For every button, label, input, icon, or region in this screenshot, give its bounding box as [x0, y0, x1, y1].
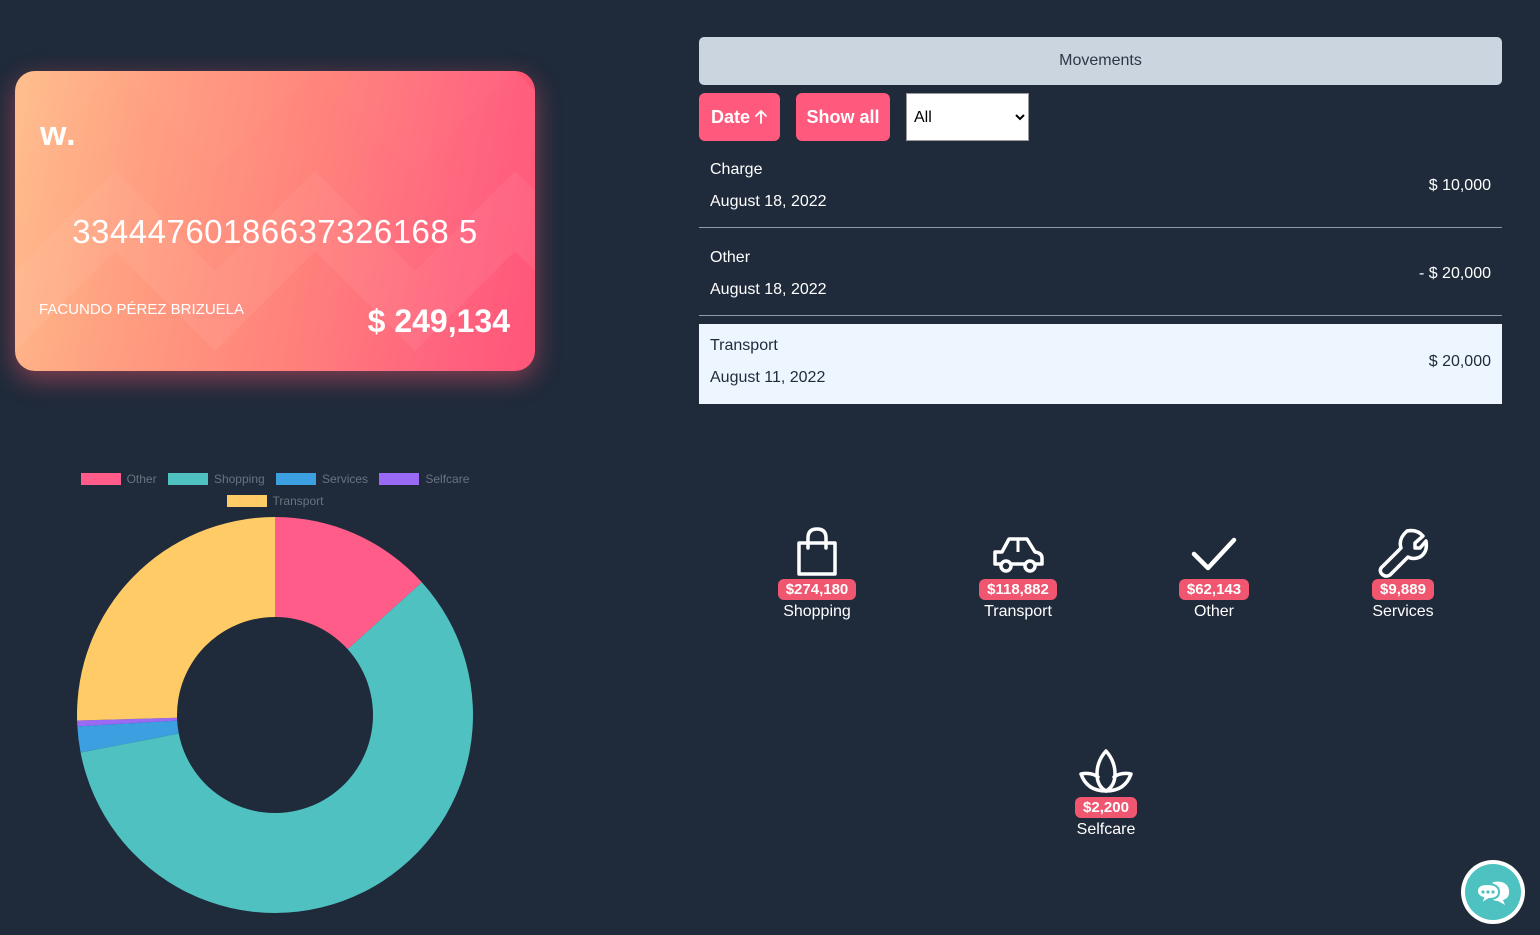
legend-item-selfcare[interactable]: Selfcare: [379, 468, 469, 490]
movements-header: Movements: [699, 37, 1502, 85]
category-services[interactable]: $9,889 Services: [1343, 526, 1463, 621]
legend-item-services[interactable]: Services: [276, 468, 368, 490]
movement-amount: $ 20,000: [1428, 353, 1491, 370]
category-label: Transport: [984, 603, 1052, 620]
movement-date: August 18, 2022: [710, 193, 827, 210]
shopping-bag-icon: [797, 527, 837, 576]
legend-label: Other: [126, 472, 157, 486]
movement-type: Other: [710, 249, 751, 266]
legend-swatch: [379, 473, 420, 485]
category-label: Shopping: [783, 603, 851, 620]
legend-swatch: [167, 473, 208, 485]
card-holder-name: FACUNDO PÉREZ BRIZUELA: [39, 301, 245, 318]
car-icon: [993, 537, 1044, 573]
category-label: Selfcare: [1076, 821, 1136, 838]
card-balance: $ 249,134: [367, 303, 510, 339]
lotus-icon: [1079, 749, 1133, 793]
category-amount-badge: $62,143: [1178, 579, 1250, 600]
legend-label: Selfcare: [425, 472, 470, 486]
category-transport[interactable]: $118,882 Transport: [958, 526, 1078, 621]
wrench-icon: [1378, 528, 1429, 578]
legend-label: Services: [322, 472, 369, 486]
sort-button-label: Date: [710, 106, 750, 127]
category-amount-badge: $2,200: [1075, 797, 1137, 818]
movement-date: August 18, 2022: [710, 281, 827, 298]
show-all-button[interactable]: Show all: [796, 93, 890, 141]
check-icon: [1191, 537, 1237, 571]
expenses-donut-chart[interactable]: [75, 515, 475, 915]
sort-by-date-button[interactable]: Date: [699, 93, 780, 141]
movement-amount: - $ 20,000: [1418, 265, 1491, 282]
category-amount-badge: $274,180: [777, 579, 857, 600]
show-all-label: Show all: [806, 106, 880, 127]
category-filter-select[interactable]: All: [906, 93, 1029, 141]
category-label: Services: [1372, 603, 1434, 620]
movement-row[interactable]: Transport August 11, 2022 $ 20,000: [699, 324, 1502, 404]
card-number: 33444760186637326168 5: [72, 213, 478, 250]
chat-widget-button[interactable]: [1461, 860, 1525, 924]
credit-card: w. 33444760186637326168 5 FACUNDO PÉREZ …: [15, 71, 535, 371]
movement-row[interactable]: Charge August 18, 2022 $ 10,000: [699, 148, 1502, 228]
movement-date: August 11, 2022: [710, 369, 826, 386]
legend-item-transport[interactable]: Transport: [226, 490, 324, 512]
legend-swatch: [80, 473, 121, 485]
card-logo: w.: [40, 115, 77, 153]
movement-row[interactable]: Other August 18, 2022 - $ 20,000: [699, 236, 1502, 316]
movement-amount: $ 10,000: [1428, 177, 1491, 194]
category-selfcare[interactable]: $2,200 Selfcare: [1046, 746, 1166, 839]
legend-item-other[interactable]: Other: [80, 468, 157, 490]
category-amount-badge: $9,889: [1372, 579, 1434, 600]
chat-bubbles-icon: [1475, 881, 1510, 907]
chart-legend: Other Shopping Services Selfcare Transpo…: [60, 468, 490, 512]
arrow-up-icon: [755, 110, 767, 124]
category-shopping[interactable]: $274,180 Shopping: [757, 526, 877, 621]
category-amount-badge: $118,882: [979, 579, 1057, 600]
legend-item-shopping[interactable]: Shopping: [167, 468, 265, 490]
donut-slice-transport[interactable]: [77, 517, 275, 721]
legend-swatch: [226, 495, 267, 507]
legend-swatch: [276, 473, 317, 485]
movement-type: Charge: [710, 161, 763, 178]
category-other[interactable]: $62,143 Other: [1154, 526, 1274, 621]
legend-label: Transport: [272, 494, 324, 508]
category-label: Other: [1193, 603, 1234, 620]
chat-widget-inner: [1465, 864, 1521, 920]
legend-label: Shopping: [213, 472, 265, 486]
movement-type: Transport: [710, 337, 778, 354]
